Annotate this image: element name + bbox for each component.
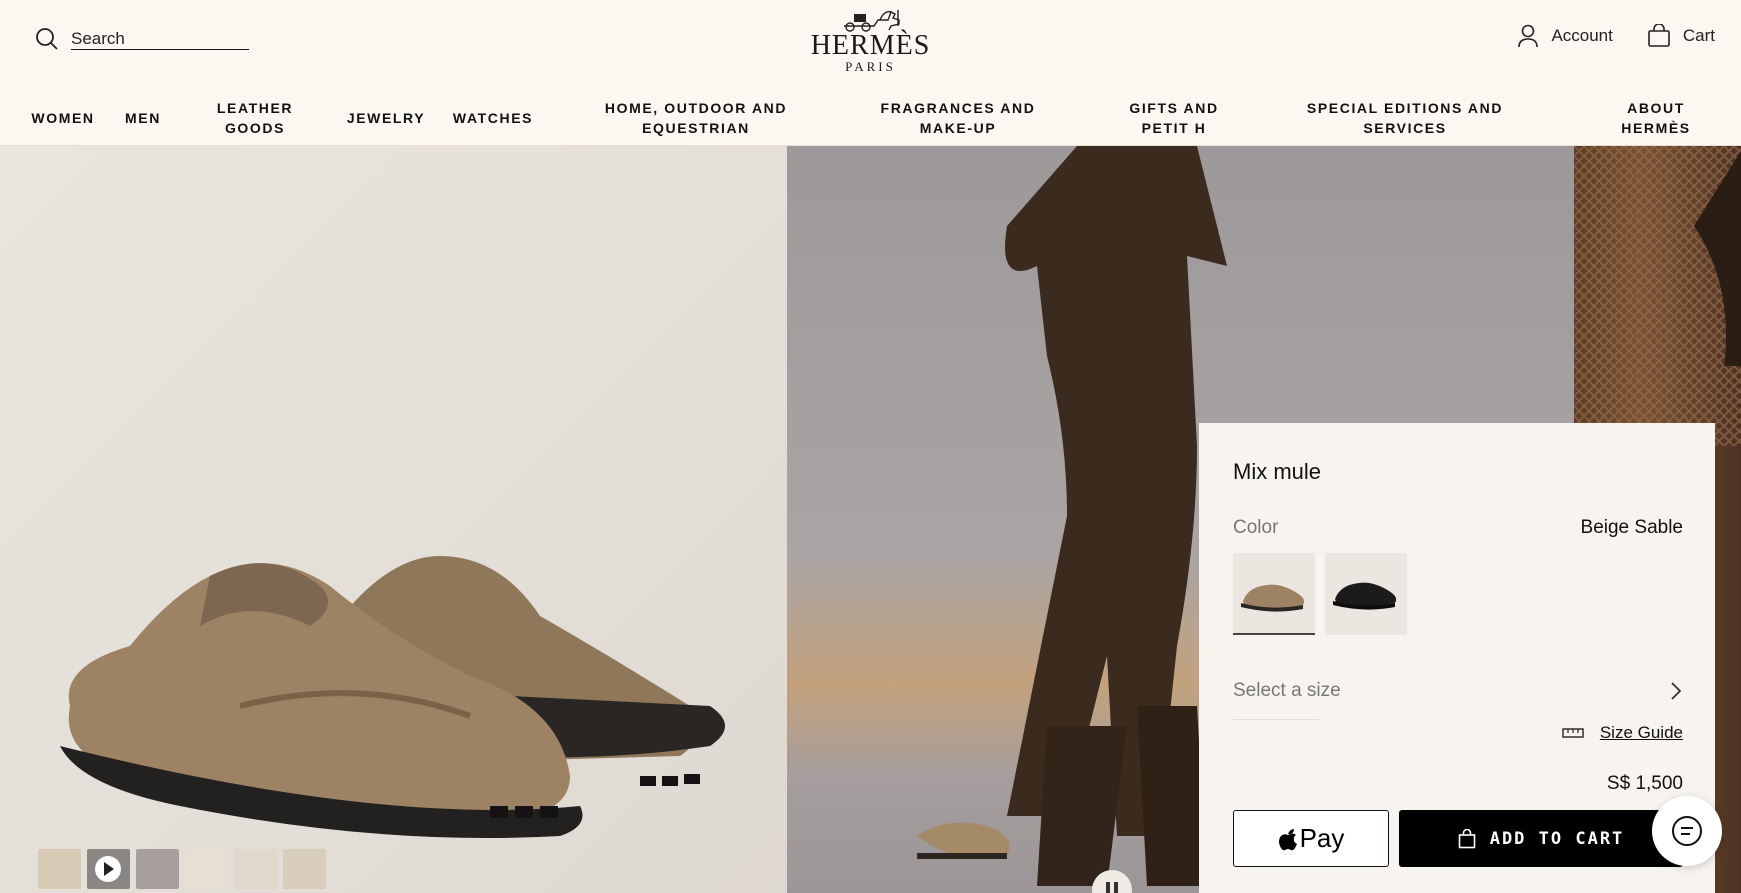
product-price: S$ 1,500: [1606, 773, 1683, 794]
size-guide-link[interactable]: Size Guide: [1562, 723, 1683, 743]
chat-icon: [1672, 816, 1702, 846]
nav-item-watches[interactable]: WATCHES: [448, 90, 538, 146]
search-underline: [71, 49, 249, 50]
pause-icon: [1106, 882, 1118, 893]
product-image-panel[interactable]: [0, 146, 787, 893]
size-placeholder: Select a size: [1233, 680, 1341, 701]
thumbnail-worn[interactable]: [136, 849, 179, 889]
header-tools: Account Cart: [1517, 24, 1715, 48]
ruler-icon: [1562, 728, 1584, 738]
thumbnail-shoe-side[interactable]: [38, 849, 81, 889]
nav-item-women[interactable]: WOMEN: [20, 90, 106, 146]
nav-item-men[interactable]: MEN: [116, 90, 170, 146]
add-to-cart-label: ADD TO CART: [1489, 828, 1625, 849]
bag-icon: [1648, 24, 1670, 47]
horse-carriage-icon: [843, 10, 900, 32]
search-label[interactable]: Search: [71, 29, 125, 49]
product-card: Mix mule Color Beige Sable Select a size…: [1199, 423, 1715, 893]
black-mule-thumbnail: [1333, 582, 1397, 610]
beige-mule-thumbnail: [1241, 584, 1305, 612]
color-swatch-beige[interactable]: [1233, 553, 1315, 635]
search-field[interactable]: Search: [35, 27, 249, 51]
cart-label: Cart: [1682, 26, 1715, 45]
nav-item-fragrances-makeup[interactable]: FRAGRANCES AND MAKE-UP: [858, 90, 1058, 146]
cart-button[interactable]: Cart: [1647, 24, 1715, 48]
nav-item-jewelry[interactable]: JEWELRY: [344, 90, 428, 146]
account-label: Account: [1551, 26, 1613, 45]
chat-button[interactable]: [1652, 796, 1722, 866]
nav-item-about-hermes[interactable]: ABOUT HERMÈS: [1600, 90, 1712, 146]
add-to-cart-button[interactable]: ADD TO CART: [1399, 810, 1683, 867]
brand-city: PARIS: [845, 59, 896, 74]
nav-item-special-editions[interactable]: SPECIAL EDITIONS AND SERVICES: [1300, 90, 1510, 146]
size-guide-label[interactable]: Size Guide: [1600, 723, 1683, 743]
apple-icon: [1278, 828, 1297, 850]
product-name: Mix mule: [1233, 459, 1322, 484]
brand-name: HERMÈS: [810, 30, 931, 61]
thumbnail-pair[interactable]: [234, 849, 277, 889]
play-icon: [95, 856, 121, 882]
color-value: Beige Sable: [1580, 517, 1683, 538]
top-bar: Search HERMÈS PARIS Account Cart: [0, 0, 1741, 86]
color-label: Color: [1233, 517, 1279, 538]
brand-logo[interactable]: HERMÈS PARIS: [801, 6, 941, 74]
size-selector[interactable]: Select a size: [1233, 673, 1683, 709]
account-icon: [1518, 24, 1539, 48]
account-button[interactable]: Account: [1517, 24, 1613, 48]
pay-label: Pay: [1299, 823, 1345, 853]
bag-icon: [1458, 828, 1476, 848]
site-header: Search HERMÈS PARIS Account Cart WOMEN M…: [0, 0, 1741, 146]
apple-pay-button[interactable]: Pay: [1233, 810, 1389, 867]
color-swatch-black[interactable]: [1325, 553, 1407, 635]
nav-item-leather-goods[interactable]: LEATHER GOODS: [208, 90, 302, 146]
pause-button[interactable]: [1092, 870, 1132, 893]
nav-item-gifts-petit-h[interactable]: GIFTS AND PETIT H: [1104, 90, 1244, 146]
thumbnail-video[interactable]: [87, 849, 130, 889]
thumbnail-sole[interactable]: [283, 849, 326, 889]
gallery-thumbnails: [38, 849, 326, 889]
thumbnail-shoe-top[interactable]: [185, 849, 228, 889]
search-icon[interactable]: [35, 27, 59, 51]
size-divider: [1233, 719, 1319, 720]
main-nav: WOMEN MEN LEATHER GOODS JEWELRY WATCHES …: [0, 90, 1741, 146]
nav-item-home-outdoor-equestrian[interactable]: HOME, OUTDOOR AND EQUESTRIAN: [596, 90, 796, 146]
mule-shoes-image: [60, 556, 725, 838]
chevron-right-icon: [1671, 682, 1682, 700]
